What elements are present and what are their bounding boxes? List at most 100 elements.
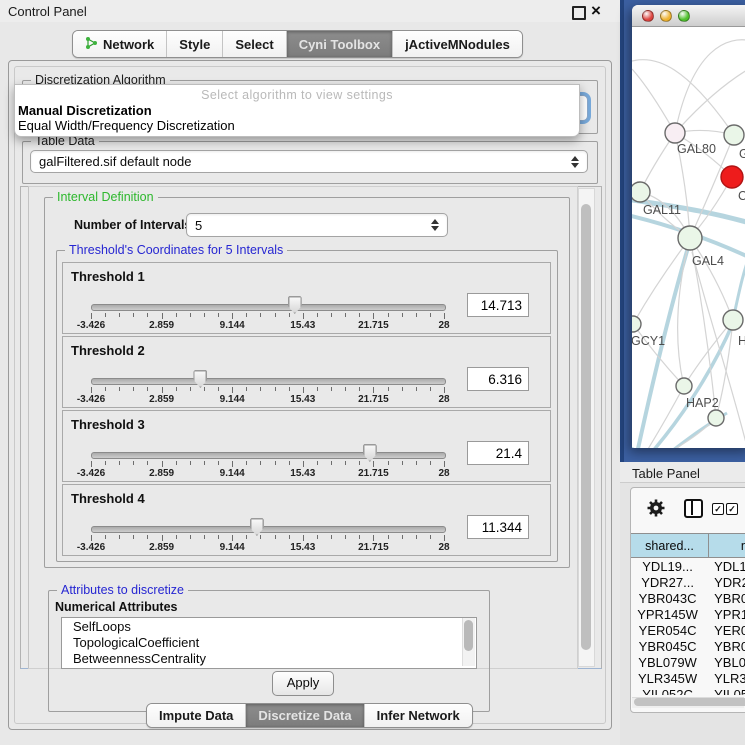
tab-discretize-data[interactable]: Discretize Data — [245, 704, 363, 727]
number-of-intervals-spinner[interactable]: 5 — [186, 213, 448, 237]
threshold-slider-handle[interactable] — [250, 518, 264, 536]
list-item[interactable]: TopologicalCoefficient — [62, 634, 476, 650]
network-node-gal80[interactable] — [665, 123, 685, 143]
table-cell: YER054C — [631, 623, 704, 639]
axis-tick — [91, 313, 92, 319]
network-node-ga[interactable] — [724, 125, 744, 145]
combo-stepper-icon[interactable] — [571, 156, 579, 168]
network-node[interactable] — [708, 410, 724, 426]
network-edge — [675, 67, 745, 133]
threshold-value-field[interactable]: 6.316 — [467, 367, 529, 391]
axis-tick — [204, 313, 205, 317]
tab-impute-data[interactable]: Impute Data — [147, 704, 245, 727]
axis-tick — [218, 387, 219, 391]
close-icon[interactable]: × — [591, 1, 601, 21]
settings-scrollbar-thumb[interactable] — [581, 204, 591, 650]
tab-select[interactable]: Select — [222, 31, 285, 57]
table-row[interactable]: YBL079WYBL07... — [631, 655, 745, 671]
table-data-select[interactable]: galFiltered.sif default node — [30, 150, 588, 173]
split-columns-icon[interactable] — [684, 499, 703, 518]
network-node-c[interactable] — [721, 166, 743, 188]
table-row[interactable]: YPR145WYPR14... — [631, 607, 745, 623]
list-item[interactable]: SelfLoops — [62, 618, 476, 634]
axis-tick — [105, 535, 106, 539]
column-header[interactable]: n... — [709, 533, 745, 558]
threshold-slider-handle[interactable] — [288, 296, 302, 314]
checkbox-icon[interactable]: ✓ — [712, 503, 724, 515]
network-node-hap2[interactable] — [676, 378, 692, 394]
axis-tick — [218, 313, 219, 317]
network-canvas[interactable]: GAL80GACGAL11GAL4GCY1HHAP2 — [632, 27, 745, 448]
network-node-h[interactable] — [723, 310, 743, 330]
network-node-label: C — [738, 189, 745, 203]
axis-tick — [190, 461, 191, 465]
network-node-gal11[interactable] — [632, 182, 650, 202]
table-cell: YPR145W — [631, 607, 704, 623]
threshold-value-field[interactable]: 11.344 — [467, 515, 529, 539]
threshold-slider-handle[interactable] — [193, 370, 207, 388]
threshold-slider-track[interactable] — [91, 526, 446, 533]
window-close-icon[interactable] — [642, 10, 654, 22]
float-panel-icon[interactable] — [572, 6, 586, 20]
table-cell: YBR04... — [704, 591, 745, 607]
window-minimize-icon[interactable] — [660, 10, 672, 22]
table-row[interactable]: YDR27...YDR27... — [631, 575, 745, 591]
table-row[interactable]: YBR043CYBR04... — [631, 591, 745, 607]
axis-tick-label: 9.144 — [220, 542, 245, 553]
network-icon — [85, 35, 98, 53]
axis-tick — [359, 387, 360, 391]
axis-tick — [359, 535, 360, 539]
axis-tick — [416, 387, 417, 391]
spinner-stepper-icon[interactable] — [431, 219, 439, 231]
threshold-slider-track[interactable] — [91, 304, 446, 311]
threshold-slider-track[interactable] — [91, 378, 446, 385]
tab-infer-network[interactable]: Infer Network — [364, 704, 472, 727]
tab-jactivemnodules[interactable]: jActiveMNodules — [392, 31, 522, 57]
threshold-slider-track[interactable] — [91, 452, 446, 459]
axis-tick — [260, 387, 261, 391]
threshold-value-field[interactable]: 21.4 — [467, 441, 529, 465]
axis-tick — [303, 461, 304, 467]
table-row[interactable]: YLR345WYLR34... — [631, 671, 745, 687]
tab-cyni-toolbox[interactable]: Cyni Toolbox — [286, 31, 392, 57]
axis-tick — [289, 387, 290, 391]
axis-tick-label: 28 — [438, 320, 449, 331]
table-row[interactable]: YBR045CYBR04... — [631, 639, 745, 655]
table-horizontal-scrollbar-thumb[interactable] — [634, 698, 745, 706]
table-row[interactable]: YDL19...YDL19... — [631, 559, 745, 575]
axis-tick — [260, 461, 261, 465]
axis-tick — [317, 387, 318, 391]
network-node-gcy1[interactable] — [632, 316, 641, 332]
axis-tick — [331, 461, 332, 465]
network-edge — [690, 238, 733, 320]
gear-icon[interactable] — [646, 498, 666, 518]
column-header[interactable]: shared... — [631, 533, 709, 558]
table-row[interactable]: YIL052CYIL05... — [631, 687, 745, 695]
attributes-scrollbar-thumb[interactable] — [464, 620, 473, 651]
dropdown-option-manual[interactable]: Manual Discretization — [17, 103, 578, 118]
tab-network[interactable]: Network — [73, 31, 166, 57]
tab-label: Network — [103, 37, 154, 52]
network-node-label: GAL80 — [677, 142, 716, 156]
axis-tick — [162, 313, 163, 319]
apply-button[interactable]: Apply — [272, 671, 334, 696]
axis-tick — [190, 313, 191, 317]
threshold-value-field[interactable]: 14.713 — [467, 293, 529, 317]
window-zoom-icon[interactable] — [678, 10, 690, 22]
axis-tick-label: 15.43 — [290, 468, 315, 479]
network-node-label: HAP2 — [686, 396, 719, 410]
network-node-gal4[interactable] — [678, 226, 702, 250]
axis-tick-label: 9.144 — [220, 394, 245, 405]
axis-tick — [162, 461, 163, 467]
axis-tick-label: 9.144 — [220, 320, 245, 331]
axis-tick — [444, 535, 445, 541]
list-item[interactable]: BetweennessCentrality — [62, 650, 476, 666]
checkbox-icon[interactable]: ✓ — [726, 503, 738, 515]
axis-tick — [246, 387, 247, 391]
dropdown-option-equal-width[interactable]: Equal Width/Frequency Discretization — [17, 118, 578, 133]
axis-tick — [317, 313, 318, 317]
axis-tick — [147, 313, 148, 317]
threshold-slider-handle[interactable] — [363, 444, 377, 462]
tab-style[interactable]: Style — [166, 31, 222, 57]
table-row[interactable]: YER054CYER05... — [631, 623, 745, 639]
